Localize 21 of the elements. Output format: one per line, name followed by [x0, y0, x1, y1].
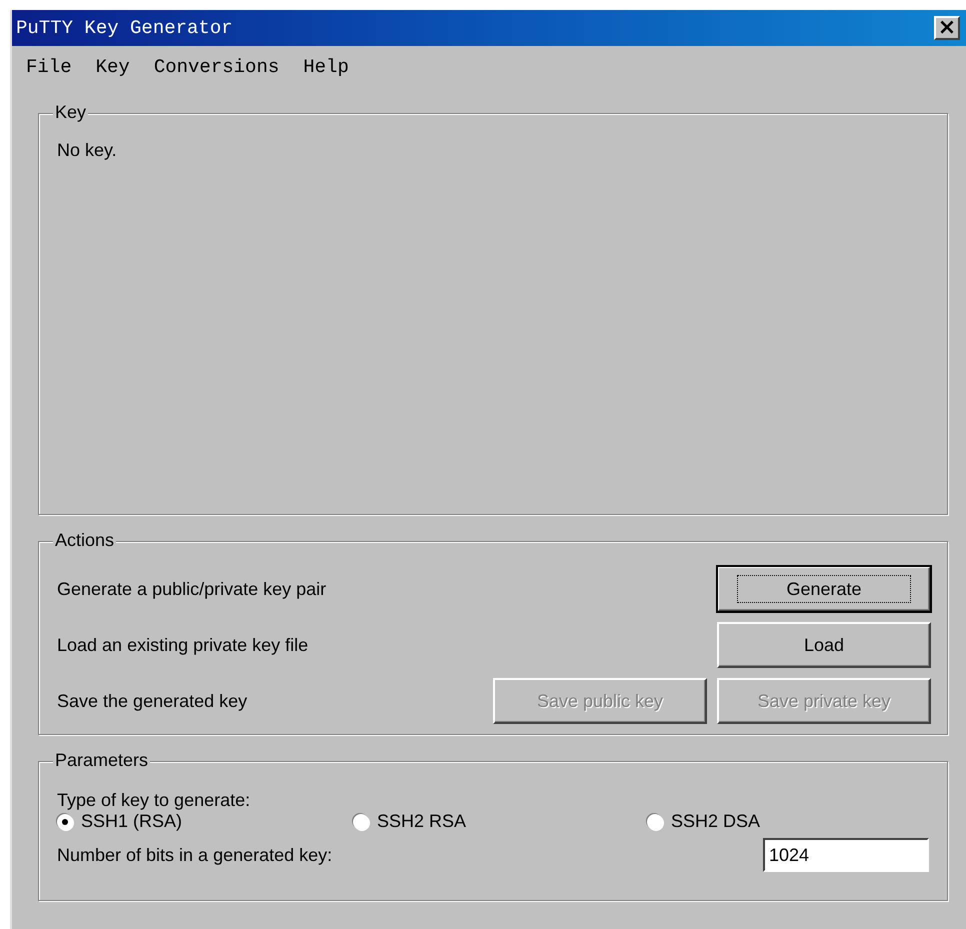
- action-button[interactable]: Generate: [717, 566, 931, 612]
- radio-label[interactable]: SSH2 DSA: [671, 811, 760, 832]
- radio-label[interactable]: SSH2 RSA: [377, 811, 466, 832]
- close-button[interactable]: ×: [934, 16, 960, 40]
- menu-item[interactable]: Conversions: [154, 56, 280, 78]
- bits-label: Number of bits in a generated key:: [57, 844, 332, 866]
- menu-item[interactable]: Help: [303, 56, 349, 78]
- radio-button[interactable]: [57, 814, 73, 830]
- radio-label[interactable]: SSH1 (RSA): [81, 811, 182, 832]
- radio-button[interactable]: [647, 814, 663, 830]
- menu-item[interactable]: Key: [96, 56, 130, 78]
- key-status-text: No key.: [57, 140, 117, 160]
- window-title: PuTTY Key Generator: [16, 17, 233, 39]
- action-label: Generate a public/private key pair: [57, 578, 328, 600]
- radio-button[interactable]: [353, 814, 369, 830]
- bits-input-field[interactable]: 1024: [763, 838, 929, 872]
- menu-item[interactable]: File: [26, 56, 72, 78]
- action-label: Save the generated key: [57, 690, 248, 712]
- key-type-label: Type of key to generate:: [57, 790, 252, 811]
- action-label: Load an existing private key file: [57, 634, 310, 656]
- action-button[interactable]: Load: [717, 622, 931, 668]
